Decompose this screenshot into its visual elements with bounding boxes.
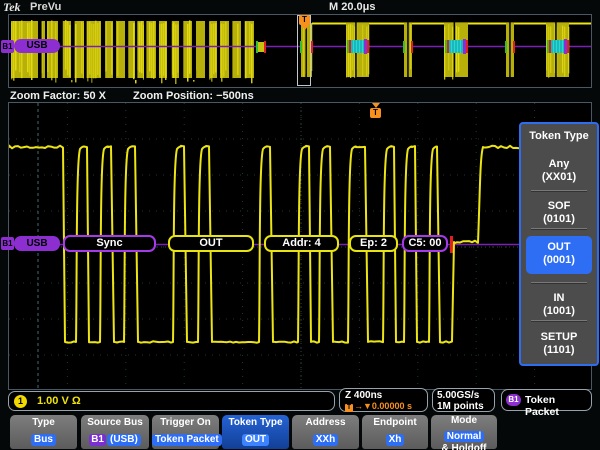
timebase-readout: M 20.0μs <box>329 1 375 13</box>
softkey-label: Type <box>10 417 77 429</box>
trigger-marker: ▼ <box>363 401 372 411</box>
softkey-label: Source Bus <box>81 417 149 429</box>
softkey-label: Mode <box>431 416 497 426</box>
overview-bus-usb-label[interactable]: USB <box>14 39 60 53</box>
trigger-position-marker-main[interactable]: T <box>370 103 381 118</box>
bus-status-text: Token Packet <box>525 394 591 418</box>
token-type-option-sof[interactable]: SOF (0101) <box>521 200 597 226</box>
token-type-option-out-selected[interactable]: OUT (0001) <box>526 236 592 274</box>
acquisition-readout: 5.00GS/s 1M points <box>432 388 495 412</box>
decode-field-address: Addr: 4 <box>264 235 339 252</box>
softkey-label: Address <box>292 417 359 429</box>
softkey-value-line2: & Holdoff <box>431 444 497 450</box>
softkey-value: OUT <box>242 434 269 446</box>
sample-rate: 5.00GS/s <box>437 390 494 401</box>
trigger-t-icon: T <box>345 404 353 412</box>
softkey-source-bus[interactable]: Source Bus B1(USB) <box>81 415 149 449</box>
record-length: 1M points <box>437 401 494 412</box>
softkey-value: (USB) <box>107 434 141 446</box>
acquisition-status: PreVu <box>30 1 61 13</box>
option-label: SOF <box>521 200 597 213</box>
softkey-address[interactable]: Address XXh <box>292 415 359 449</box>
token-type-option-in[interactable]: IN (1001) <box>521 292 597 318</box>
softkey-label: Token Type <box>222 417 289 429</box>
bus-b1-badge: B1 <box>89 434 106 446</box>
main-bus-usb-label[interactable]: USB <box>14 236 60 251</box>
ch1-scale-text: 1.00 V Ω <box>37 395 81 407</box>
decode-field-sync: Sync <box>63 235 156 252</box>
softkey-value: Bus <box>31 434 56 446</box>
softkey-type[interactable]: Type Bus <box>10 415 77 449</box>
zoom-factor-readout: Zoom Factor: 50 X <box>10 90 106 102</box>
overview-bus-b1-badge[interactable]: B1 <box>1 40 14 53</box>
token-type-option-setup[interactable]: SETUP (1101) <box>521 331 597 357</box>
option-code: (1001) <box>521 305 597 318</box>
softkey-value: Token Packet <box>152 434 222 446</box>
menu-divider <box>531 190 587 191</box>
trigger-arrow-icon <box>301 25 309 30</box>
menu-divider <box>531 320 587 321</box>
tek-logo: Tek <box>3 0 21 15</box>
token-type-option-any[interactable]: Any (XX01) <box>521 158 597 184</box>
decode-field-crc5: C5: 00 <box>402 235 448 252</box>
bus-status-readout: B1 Token Packet <box>501 389 592 411</box>
option-code: (XX01) <box>521 171 597 184</box>
ch1-scale-readout[interactable]: 1 1.00 V Ω <box>8 391 335 411</box>
decode-field-pid-out: OUT <box>168 235 254 252</box>
softkey-trigger-on[interactable]: Trigger On Token Packet <box>152 415 219 449</box>
option-code: (0001) <box>526 254 592 267</box>
option-label: SETUP <box>521 331 597 344</box>
zoom-scale-text: Z 400ns <box>345 390 427 401</box>
softkey-endpoint[interactable]: Endpoint Xh <box>362 415 428 449</box>
trigger-time: 0.00000 s <box>372 401 412 411</box>
menu-divider <box>531 228 587 229</box>
oscilloscope-screen: Tek PreVu M 20.0μs B1 USB T Zoom Factor:… <box>0 0 600 450</box>
option-code: (0101) <box>521 213 597 226</box>
zoom-scale-readout: Z 400ns T→▼0.00000 s <box>339 388 428 412</box>
trigger-position-marker-overview[interactable]: T <box>299 15 310 30</box>
trigger-time-readout: T→▼0.00000 s <box>345 401 427 412</box>
trigger-t-icon: T <box>370 108 381 118</box>
softkey-value: Normal <box>444 431 484 442</box>
bus-b1-badge: B1 <box>506 394 521 406</box>
option-label: Any <box>521 158 597 171</box>
softkey-token-type[interactable]: Token Type OUT <box>222 415 289 449</box>
softkey-label: Trigger On <box>152 417 219 429</box>
softkey-label: Endpoint <box>362 417 428 429</box>
token-type-menu: Token Type Any (XX01) SOF (0101) OUT (00… <box>519 122 599 366</box>
option-label: OUT <box>526 241 592 254</box>
trigger-arrow: → <box>354 401 363 411</box>
trigger-t-icon: T <box>299 15 310 25</box>
token-type-menu-title: Token Type <box>521 130 597 142</box>
softkey-value: Xh <box>386 434 405 446</box>
softkey-value: XXh <box>313 434 338 446</box>
decode-field-endpoint: Ep: 2 <box>349 235 398 252</box>
zoom-position-readout: Zoom Position: −500ns <box>133 90 254 102</box>
main-bus-b1-badge[interactable]: B1 <box>1 237 14 250</box>
softkey-mode[interactable]: Mode Normal & Holdoff <box>431 415 497 449</box>
ch1-badge: 1 <box>14 395 27 408</box>
menu-divider <box>531 282 587 283</box>
option-code: (1101) <box>521 344 597 357</box>
option-label: IN <box>521 292 597 305</box>
